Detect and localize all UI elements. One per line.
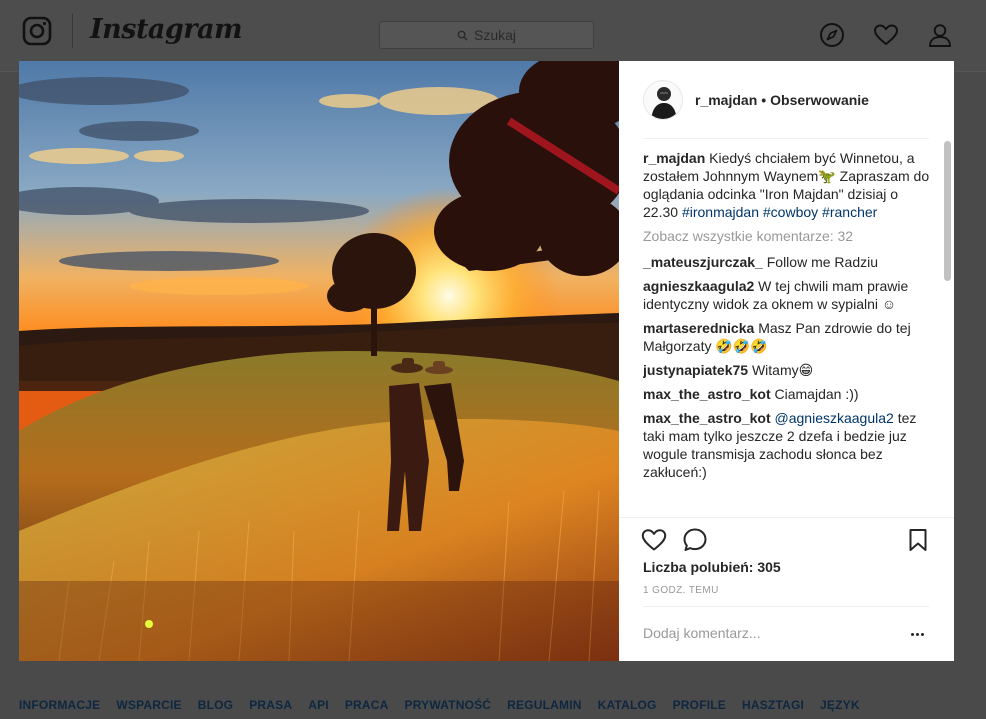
- comment-text: Ciamajdan :)): [774, 386, 859, 402]
- comment-text: Witamy😁: [751, 362, 814, 378]
- view-all-comments-link[interactable]: Zobacz wszystkie komentarze: 32: [643, 227, 935, 245]
- heart-icon[interactable]: [873, 22, 899, 48]
- comment-item: max_the_astro_kot Ciamajdan :)): [643, 385, 935, 403]
- hashtag-link[interactable]: #ironmajdan: [682, 204, 759, 220]
- comment-item: max_the_astro_kot @agnieszkaagula2 tez t…: [643, 409, 935, 481]
- footer-link-praca[interactable]: PRACA: [345, 698, 389, 712]
- post-details-panel: r_majdan • Obserwowanie r_majdan Kiedyś …: [619, 61, 954, 661]
- footer-link-informacje[interactable]: INFORMACJE: [19, 698, 100, 712]
- footer-link-profile[interactable]: PROFILE: [673, 698, 726, 712]
- comment-item: _mateuszjurczak_ Follow me Radziu: [643, 253, 935, 271]
- footer-link-prywatnosc[interactable]: PRYWATNOŚĆ: [405, 698, 492, 712]
- post-photo[interactable]: [19, 61, 619, 661]
- likes-count[interactable]: Liczba polubień: 305: [643, 559, 781, 575]
- add-comment-input[interactable]: Dodaj komentarz...: [643, 625, 761, 641]
- hashtag-link[interactable]: #rancher: [822, 204, 877, 220]
- footer-link-api[interactable]: API: [308, 698, 329, 712]
- user-icon[interactable]: [927, 22, 953, 48]
- footer-link-hasztagi[interactable]: HASZTAGI: [742, 698, 804, 712]
- scrollbar-thumb[interactable]: [944, 141, 951, 281]
- heart-outline-icon[interactable]: [641, 527, 667, 553]
- footer-link-jezyk[interactable]: JĘZYK: [820, 698, 860, 712]
- actions-divider: [619, 517, 954, 518]
- comment-username[interactable]: justynapiatek75: [643, 362, 748, 378]
- post-timestamp: 1 GODZ. TEMU: [643, 585, 719, 596]
- footer-links: INFORMACJE WSPARCIE BLOG PRASA API PRACA…: [19, 698, 860, 712]
- footer-link-blog[interactable]: BLOG: [198, 698, 233, 712]
- post-caption: r_majdan Kiedyś chciałem być Winnetou, a…: [643, 149, 935, 221]
- compass-icon[interactable]: [819, 22, 845, 48]
- header-divider: [643, 138, 929, 139]
- footer-link-prasa[interactable]: PRASA: [249, 698, 292, 712]
- speech-bubble-icon[interactable]: [682, 527, 708, 553]
- sunset-cowboys-photo: [19, 61, 619, 661]
- comment-username[interactable]: martaserednicka: [643, 320, 754, 336]
- post-header: r_majdan • Obserwowanie: [619, 61, 954, 139]
- search-placeholder: Szukaj: [473, 27, 517, 43]
- footer-link-regulamin[interactable]: REGULAMIN: [507, 698, 581, 712]
- logo-divider: [72, 14, 73, 48]
- comment-text: Follow me Radziu: [766, 254, 878, 270]
- add-comment-divider: [643, 606, 929, 607]
- bookmark-icon[interactable]: [905, 527, 931, 553]
- avatar[interactable]: [643, 80, 683, 120]
- instagram-camera-icon[interactable]: [22, 16, 52, 46]
- post-author-username[interactable]: r_majdan: [695, 92, 757, 108]
- comment-item: agnieszkaagula2 W tej chwili mam prawie …: [643, 277, 935, 313]
- comments-scrollbar[interactable]: [944, 139, 951, 516]
- comment-username[interactable]: agnieszkaagula2: [643, 278, 754, 294]
- comment-username[interactable]: max_the_astro_kot: [643, 410, 771, 426]
- header-separator: •: [761, 92, 767, 108]
- avatar-image: [644, 81, 682, 119]
- instagram-wordmark[interactable]: Instagram: [90, 14, 243, 54]
- comment-mention[interactable]: @agnieszkaagula2: [775, 410, 894, 426]
- caption-username[interactable]: r_majdan: [643, 150, 705, 166]
- comments-list[interactable]: r_majdan Kiedyś chciałem być Winnetou, a…: [643, 149, 935, 519]
- search-input[interactable]: Szukaj: [379, 21, 594, 49]
- footer-link-wsparcie[interactable]: WSPARCIE: [116, 698, 181, 712]
- comment-item: justynapiatek75 Witamy😁: [643, 361, 935, 379]
- comment-item: martaserednicka Masz Pan zdrowie do tej …: [643, 319, 935, 355]
- ellipsis-icon[interactable]: [911, 629, 931, 639]
- comment-username[interactable]: max_the_astro_kot: [643, 386, 771, 402]
- hashtag-link[interactable]: #cowboy: [763, 204, 818, 220]
- search-icon: [457, 30, 468, 41]
- comment-username[interactable]: _mateuszjurczak_: [643, 254, 763, 270]
- footer-link-katalog[interactable]: KATALOG: [598, 698, 657, 712]
- follow-button[interactable]: Obserwowanie: [770, 92, 869, 108]
